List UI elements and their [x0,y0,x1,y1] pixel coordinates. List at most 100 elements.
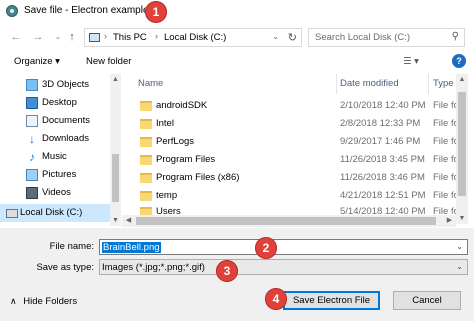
column-divider[interactable] [428,74,429,94]
hide-folders-label: Hide Folders [23,296,78,307]
video-icon [26,187,38,199]
sidebar-item-label: 3D Objects [42,79,89,90]
scrollbar-thumb[interactable] [136,217,436,225]
file-row[interactable]: Program Files 11/26/2018 3:45 PM File fo… [130,152,461,168]
hide-folders-button[interactable]: ∧ Hide Folders [10,296,77,307]
file-name: Intel [156,118,174,129]
folder-icon [140,155,152,165]
chevron-right-icon: › [104,31,107,41]
sidebar-scrollbar[interactable]: ▲ ▼ [110,74,121,226]
file-date: 11/26/2018 3:46 PM [340,172,425,183]
column-header-type[interactable]: Type [433,78,454,89]
folder-icon [140,119,152,129]
column-header-name[interactable]: Name [138,78,163,89]
file-list-scrollbar[interactable]: ▲ ▼ [456,74,468,224]
sidebar-item-label: Desktop [42,97,77,108]
sidebar-item-desktop[interactable]: Desktop [0,94,122,112]
sidebar-item-label: Local Disk (C:) [20,207,83,218]
sidebar-item-3d-objects[interactable]: 3D Objects [0,76,122,94]
file-row[interactable]: Intel 2/8/2018 12:33 PM File fol [130,116,461,132]
sidebar-item-downloads[interactable]: ↓ Downloads [0,130,122,148]
sidebar-item-videos[interactable]: Videos [0,184,122,202]
file-list: Name Date modified Type androidSDK 2/10/… [130,74,474,226]
arrow-left-icon[interactable]: ← [8,29,24,45]
save-type-select[interactable]: Images (*.jpg;*.png;*.gif) ⌄ [99,259,468,275]
file-row[interactable]: temp 4/21/2018 12:51 PM File fol [130,188,461,204]
column-divider[interactable] [336,74,337,94]
file-name: androidSDK [156,100,208,111]
scroll-up-icon[interactable]: ▲ [456,74,468,85]
scrollbar-thumb[interactable] [112,154,119,202]
window-title: Save file - Electron example [24,5,149,16]
breadcrumb-this-pc[interactable]: This PC [113,32,147,43]
scrollbar-thumb[interactable] [458,92,466,196]
file-date: 11/26/2018 3:45 PM [340,154,425,165]
navigation-pane: 3D Objects Desktop Documents ↓ Downloads… [0,74,122,226]
chevron-right-icon: › [155,31,158,41]
search-input[interactable]: Search Local Disk (C:) ⚲ [308,28,465,47]
sidebar-item-music[interactable]: ♪ Music [0,148,122,166]
column-header-date[interactable]: Date modified [340,78,399,89]
scroll-left-icon[interactable]: ◀ [123,215,134,226]
sidebar-item-label: Pictures [42,169,77,180]
drive-icon [6,209,18,218]
organize-button[interactable]: Organize ▾ [14,56,60,67]
file-row[interactable]: Program Files (x86) 11/26/2018 3:46 PM F… [130,170,461,186]
address-bar[interactable]: › This PC › Local Disk (C:) ⌄ ↻ [84,28,302,47]
save-type-label: Save as type: [36,262,94,273]
scroll-down-icon[interactable]: ▼ [456,213,468,224]
sidebar-item-label: Downloads [42,133,89,144]
chevron-up-icon: ∧ [10,296,17,306]
file-name: temp [156,190,178,201]
refresh-icon[interactable]: ↻ [288,31,297,44]
file-row[interactable]: PerfLogs 9/29/2017 1:46 PM File fol [130,134,461,150]
help-icon[interactable]: ? [452,54,466,68]
sidebar-item-local-disk[interactable]: Local Disk (C:) [0,204,110,222]
file-date: 2/10/2018 12:40 PM [340,100,426,111]
chevron-down-icon[interactable]: ⌄ [456,262,463,271]
documents-icon [26,115,38,127]
cancel-button[interactable]: Cancel [393,291,461,310]
breadcrumb-local-disk[interactable]: Local Disk (C:) [164,32,226,43]
file-name: PerfLogs [156,136,195,147]
save-type-value: Images (*.jpg;*.png;*.gif) [102,262,205,273]
chevron-down-icon[interactable]: ⌄ [456,242,463,251]
sidebar-item-label: Music [42,151,67,162]
file-name-label: File name: [49,241,94,252]
file-list-horizontal-scrollbar[interactable]: ◀ ▶ [122,215,456,227]
view-options-icon[interactable]: ☰ ▾ [403,56,419,67]
scroll-right-icon[interactable]: ▶ [444,215,455,226]
chevron-down-icon[interactable]: ⌄ [272,32,279,41]
navigation-bar: ← → ⌄ ↑ › This PC › Local Disk (C:) ⌄ ↻ … [0,24,474,50]
arrow-right-icon[interactable]: → [30,29,46,45]
title-bar: Save file - Electron example [0,0,474,22]
cube-icon [26,79,38,91]
desktop-icon [26,97,38,109]
pictures-icon [26,169,38,181]
sidebar-item-documents[interactable]: Documents [0,112,122,130]
sidebar-item-label: Videos [42,187,71,198]
folder-icon [140,191,152,201]
search-placeholder: Search Local Disk (C:) [315,32,411,43]
this-pc-icon [89,33,100,42]
file-date: 2/8/2018 12:33 PM [340,118,421,129]
scroll-down-icon[interactable]: ▼ [110,215,121,226]
arrow-up-icon[interactable]: ↑ [64,29,80,45]
sidebar-item-pictures[interactable]: Pictures [0,166,122,184]
file-date: 4/21/2018 12:51 PM [340,190,426,201]
electron-app-icon [6,5,18,17]
file-name-value: BrainBell.png [102,242,161,253]
music-icon: ♪ [29,150,35,164]
annotation-badge-3: 3 [216,260,238,282]
file-date: 9/29/2017 1:46 PM [340,136,421,147]
scroll-up-icon[interactable]: ▲ [110,74,121,85]
new-folder-button[interactable]: New folder [86,56,131,67]
folder-icon [140,101,152,111]
file-row[interactable]: androidSDK 2/10/2018 12:40 PM File fol [130,98,461,114]
folder-icon [140,137,152,147]
file-name-field[interactable]: BrainBell.png ⌄ [99,239,468,255]
sidebar-item-label: Documents [42,115,91,126]
annotation-badge-2: 2 [255,237,277,259]
file-name: Program Files [156,154,216,165]
save-button[interactable]: Save Electron File [283,291,380,310]
